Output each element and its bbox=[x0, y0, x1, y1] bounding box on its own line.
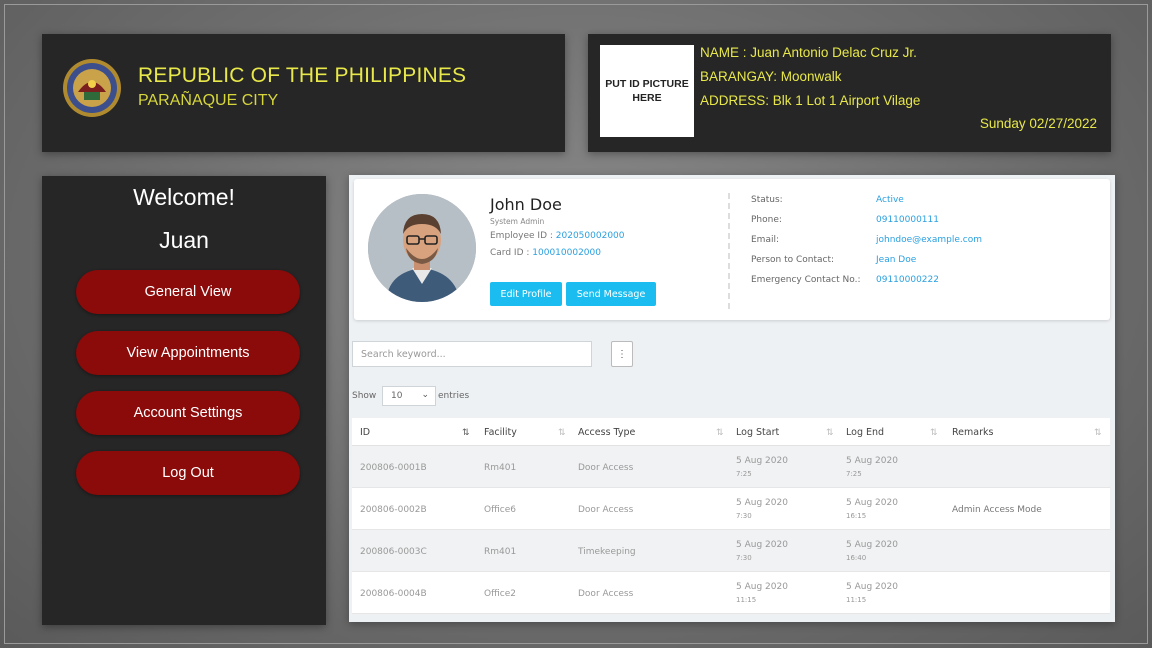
profile-role: System Admin bbox=[490, 217, 545, 226]
cell-access-type: Timekeeping bbox=[578, 547, 636, 557]
more-options-icon[interactable]: ⋮ bbox=[611, 341, 633, 367]
city-seal-logo bbox=[62, 58, 122, 118]
phone-value[interactable]: 09110000111 bbox=[876, 215, 939, 225]
city-header: REPUBLIC OF THE PHILIPPINES PARAÑAQUE CI… bbox=[42, 34, 565, 152]
profile-name: John Doe bbox=[490, 195, 562, 214]
search-input[interactable]: Search keyword... bbox=[352, 341, 592, 367]
main-content: John Doe System Admin Employee ID : 2020… bbox=[349, 175, 1115, 622]
sidebar: Welcome! Juan General View View Appointm… bbox=[42, 176, 326, 625]
table-row[interactable]: 200806-0001B Rm401 Door Access 5 Aug 202… bbox=[352, 446, 1110, 488]
cell-facility: Rm401 bbox=[484, 547, 517, 557]
cell-log-end-time: 16:15 bbox=[846, 512, 867, 520]
cell-log-end-time: 16:40 bbox=[846, 554, 867, 562]
column-header-id[interactable]: ID bbox=[360, 427, 370, 438]
email-value[interactable]: johndoe@example.com bbox=[876, 235, 982, 245]
account-settings-button[interactable]: Account Settings bbox=[76, 391, 300, 435]
contact-person-label: Person to Contact: bbox=[751, 255, 835, 265]
cell-id: 200806-0004B bbox=[360, 589, 427, 599]
sort-icon[interactable]: ⇅ bbox=[826, 427, 834, 438]
cell-log-start-time: 7:30 bbox=[736, 512, 752, 520]
cell-id: 200806-0002B bbox=[360, 505, 427, 515]
entries-label: entries bbox=[438, 391, 470, 401]
entries-select[interactable]: 10 ⌄ bbox=[382, 386, 436, 406]
table-row[interactable]: 200806-0004B Office2 Door Access 5 Aug 2… bbox=[352, 572, 1110, 614]
header-subtitle: PARAÑAQUE CITY bbox=[138, 92, 279, 109]
id-picture-label: PUT ID PICTURE HERE bbox=[605, 77, 689, 104]
card-id-value: 100010002000 bbox=[532, 248, 601, 258]
welcome-user: Juan bbox=[159, 227, 209, 253]
profile-card: John Doe System Admin Employee ID : 2020… bbox=[354, 179, 1110, 320]
sort-icon[interactable]: ⇅ bbox=[462, 427, 470, 438]
header-title: REPUBLIC OF THE PHILIPPINES bbox=[138, 64, 467, 87]
employee-id: Employee ID : 202050002000 bbox=[490, 231, 625, 241]
employee-id-label: Employee ID : bbox=[490, 231, 556, 241]
log-out-button[interactable]: Log Out bbox=[76, 451, 300, 495]
email-label: Email: bbox=[751, 235, 780, 245]
user-info-header: PUT ID PICTURE HERE NAME : Juan Antonio … bbox=[588, 34, 1111, 152]
table-row[interactable]: 200806-0002B Office6 Door Access 5 Aug 2… bbox=[352, 488, 1110, 530]
emergency-contact-label: Emergency Contact No.: bbox=[751, 275, 861, 285]
cell-log-end-date: 5 Aug 2020 bbox=[846, 582, 898, 592]
welcome-text: Welcome! bbox=[133, 184, 235, 210]
cell-log-start-time: 11:15 bbox=[736, 596, 757, 604]
cell-log-end-date: 5 Aug 2020 bbox=[846, 540, 898, 550]
cell-log-start-time: 7:25 bbox=[736, 470, 752, 478]
cell-log-end-date: 5 Aug 2020 bbox=[846, 498, 898, 508]
cell-access-type: Door Access bbox=[578, 589, 634, 599]
emergency-contact-value[interactable]: 09110000222 bbox=[876, 275, 939, 285]
cell-access-type: Door Access bbox=[578, 463, 634, 473]
cell-facility: Office6 bbox=[484, 505, 516, 515]
current-date: Sunday 02/27/2022 bbox=[979, 116, 1097, 131]
cell-log-start-date: 5 Aug 2020 bbox=[736, 540, 788, 550]
edit-profile-button[interactable]: Edit Profile bbox=[490, 282, 562, 306]
cell-log-end-time: 11:15 bbox=[846, 596, 867, 604]
entries-select-value: 10 bbox=[391, 391, 403, 401]
sort-icon[interactable]: ⇅ bbox=[930, 427, 938, 438]
sort-icon[interactable]: ⇅ bbox=[716, 427, 724, 438]
show-label: Show bbox=[352, 391, 377, 401]
cell-facility: Rm401 bbox=[484, 463, 517, 473]
user-address-line: ADDRESS: Blk 1 Lot 1 Airport Vilage bbox=[700, 93, 921, 108]
cell-log-start-date: 5 Aug 2020 bbox=[736, 498, 788, 508]
column-header-log-start[interactable]: Log Start bbox=[736, 427, 779, 438]
cell-log-end-time: 7:25 bbox=[846, 470, 862, 478]
cell-access-type: Door Access bbox=[578, 505, 634, 515]
card-id: Card ID : 100010002000 bbox=[490, 248, 601, 258]
cell-log-start-time: 7:30 bbox=[736, 554, 752, 562]
sort-icon[interactable]: ⇅ bbox=[1094, 427, 1102, 438]
id-picture-placeholder: PUT ID PICTURE HERE bbox=[600, 45, 694, 137]
send-message-button[interactable]: Send Message bbox=[566, 282, 656, 306]
table-header: ID ⇅ Facility ⇅ Access Type ⇅ Log Start … bbox=[352, 418, 1110, 446]
avatar bbox=[368, 194, 476, 302]
user-barangay-line: BARANGAY: Moonwalk bbox=[700, 69, 842, 84]
access-log-table: ID ⇅ Facility ⇅ Access Type ⇅ Log Start … bbox=[352, 418, 1110, 614]
view-appointments-button[interactable]: View Appointments bbox=[76, 331, 300, 375]
cell-remarks: Admin Access Mode bbox=[952, 505, 1042, 515]
column-header-log-end[interactable]: Log End bbox=[846, 427, 884, 438]
sort-icon[interactable]: ⇅ bbox=[558, 427, 566, 438]
user-name-line: NAME : Juan Antonio Delac Cruz Jr. bbox=[700, 45, 917, 60]
cell-log-start-date: 5 Aug 2020 bbox=[736, 582, 788, 592]
table-row[interactable]: 200806-0003C Rm401 Timekeeping 5 Aug 202… bbox=[352, 530, 1110, 572]
profile-divider bbox=[728, 193, 730, 309]
cell-log-start-date: 5 Aug 2020 bbox=[736, 456, 788, 466]
status-value: Active bbox=[876, 195, 904, 205]
column-header-remarks[interactable]: Remarks bbox=[952, 427, 993, 438]
cell-facility: Office2 bbox=[484, 589, 516, 599]
general-view-button[interactable]: General View bbox=[76, 270, 300, 314]
cell-id: 200806-0003C bbox=[360, 547, 427, 557]
cell-log-end-date: 5 Aug 2020 bbox=[846, 456, 898, 466]
employee-id-value: 202050002000 bbox=[555, 231, 625, 241]
cell-id: 200806-0001B bbox=[360, 463, 427, 473]
column-header-access-type[interactable]: Access Type bbox=[578, 427, 635, 438]
status-label: Status: bbox=[751, 195, 783, 205]
column-header-facility[interactable]: Facility bbox=[484, 427, 517, 438]
phone-label: Phone: bbox=[751, 215, 782, 225]
card-id-label: Card ID : bbox=[490, 248, 533, 258]
contact-person-value: Jean Doe bbox=[876, 255, 917, 265]
chevron-down-icon: ⌄ bbox=[421, 390, 429, 400]
